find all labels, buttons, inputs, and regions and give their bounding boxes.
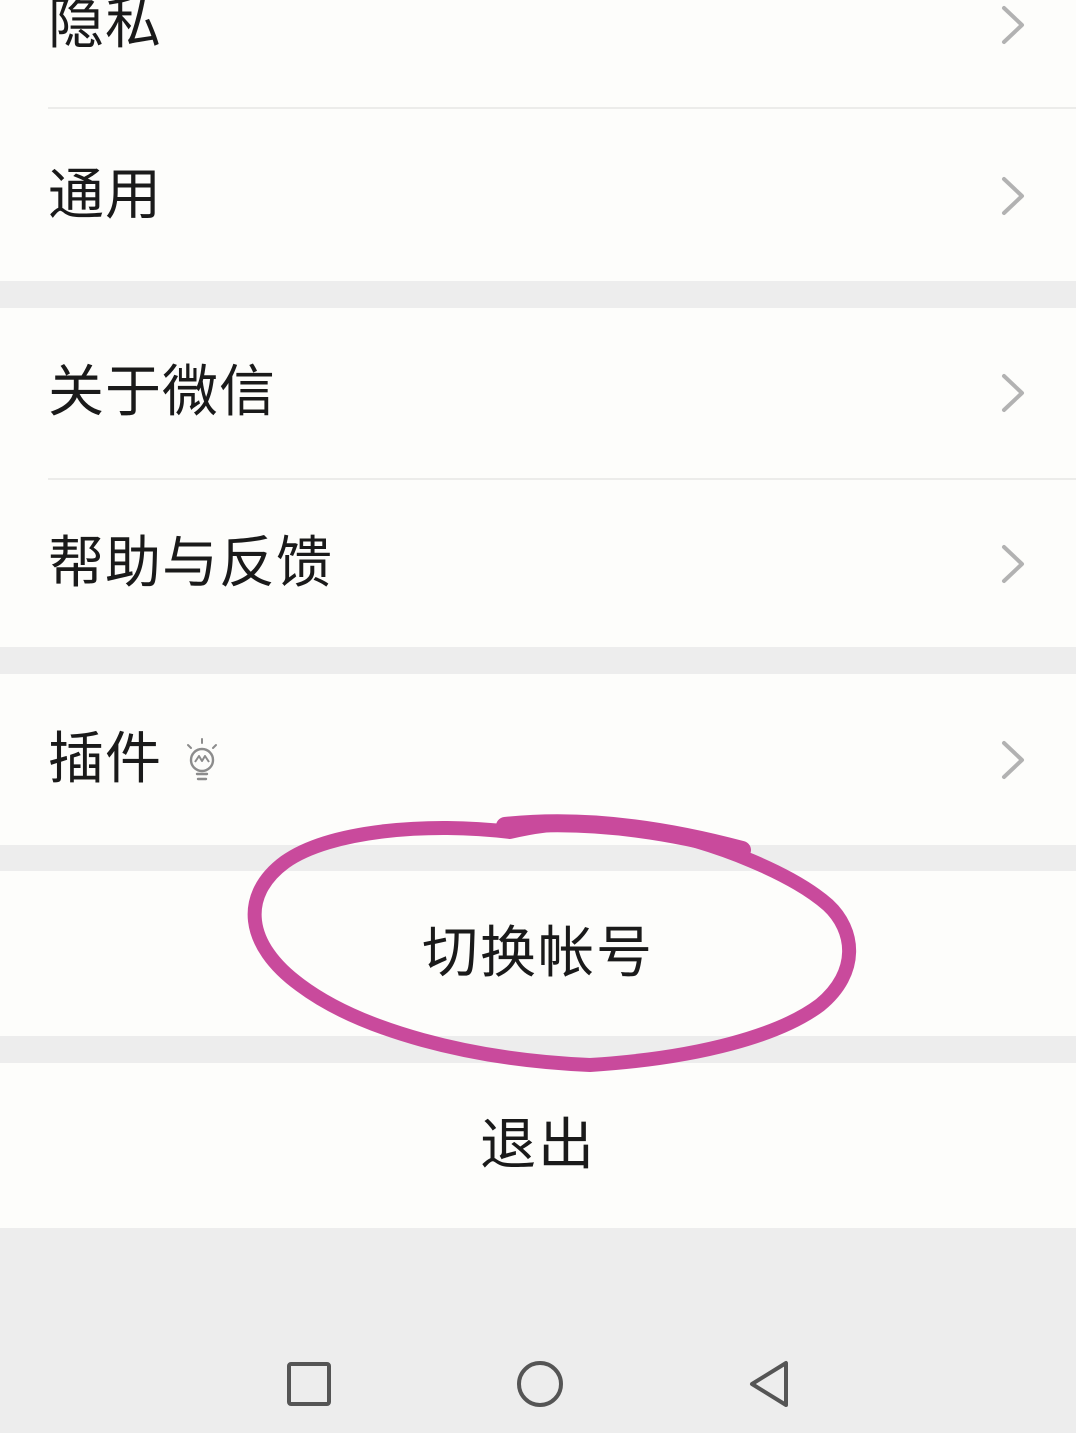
circle-icon[interactable] <box>510 1354 570 1414</box>
general-row[interactable]: 通用 <box>0 110 1076 281</box>
help-feedback-row[interactable]: 帮助与反馈 <box>0 480 1076 647</box>
switch-account-button[interactable]: 切换帐号 <box>0 871 1076 1036</box>
help-feedback-label: 帮助与反馈 <box>48 530 333 596</box>
row-divider <box>48 107 1076 109</box>
privacy-label: 隐私 <box>48 0 162 57</box>
triangle-back-icon[interactable] <box>740 1354 800 1414</box>
chevron-right-icon <box>1002 740 1024 779</box>
about-wechat-label: 关于微信 <box>48 360 276 425</box>
logout-label: 退出 <box>480 1112 596 1178</box>
about-wechat-row[interactable]: 关于微信 <box>0 308 1076 478</box>
square-icon[interactable] <box>279 1354 339 1414</box>
navigation-bar <box>0 1320 1076 1433</box>
lightbulb-icon <box>187 737 217 780</box>
chevron-right-icon <box>1002 6 1024 44</box>
plugins-row[interactable]: 插件 <box>0 674 1076 845</box>
chevron-right-icon <box>1002 374 1024 412</box>
chevron-right-icon <box>1002 544 1024 583</box>
general-label: 通用 <box>48 162 162 228</box>
settings-group-2: 关于微信 帮助与反馈 <box>0 308 1076 647</box>
privacy-row[interactable]: 隐私 <box>0 0 1076 109</box>
plugins-label: 插件 <box>48 726 162 792</box>
chevron-right-icon <box>1002 176 1024 215</box>
settings-group-3: 插件 <box>0 674 1076 845</box>
settings-group-1: 隐私 通用 <box>0 0 1076 281</box>
logout-button[interactable]: 退出 <box>0 1063 1076 1228</box>
switch-account-label: 切换帐号 <box>422 920 654 986</box>
